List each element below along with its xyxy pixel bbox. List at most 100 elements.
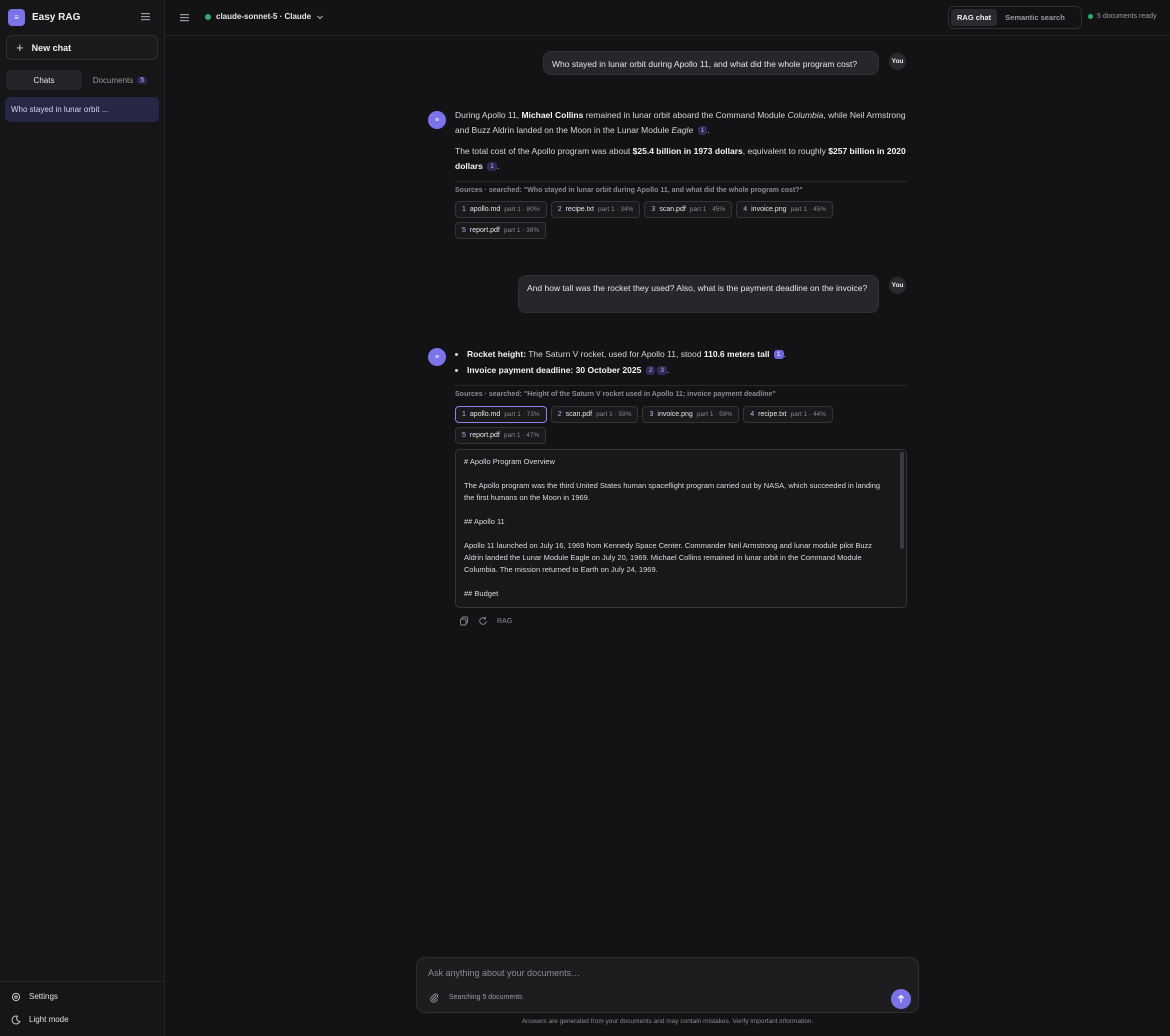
answer-text: , equivalent to roughly: [742, 146, 829, 156]
app-logo: ≡: [8, 9, 25, 26]
chip-file: apollo.md: [469, 206, 501, 213]
tab-documents-label: Documents: [92, 75, 134, 85]
app-name: Easy RAG: [32, 12, 81, 23]
plus-icon: +: [16, 40, 24, 55]
preview-heading: ## Apollo 11: [464, 517, 505, 526]
new-chat-label: New chat: [31, 42, 72, 53]
message-input[interactable]: Ask anything about your documents…: [428, 968, 580, 978]
chip-file: report.pdf: [469, 227, 500, 234]
answer-paragraph: During Apollo 11, Michael Collins remain…: [455, 108, 907, 138]
answer-text: The Saturn V rocket, used for Apollo 11,…: [526, 349, 704, 359]
citation-badge[interactable]: 3: [657, 366, 667, 375]
answer-text: During Apollo 11,: [455, 110, 522, 120]
answer-bold: Michael Collins: [521, 110, 584, 120]
chip-meta: part 1 · 44%: [790, 411, 826, 418]
chip-file: recipe.txt: [758, 411, 787, 418]
preview-heading: ## Budget: [464, 589, 499, 598]
citation-badge[interactable]: 2: [645, 366, 656, 375]
source-chips: 1 apollo.md part 1 · 73% 2 scan.pdf part 1 ·…: [455, 406, 907, 444]
user-avatar: You: [889, 53, 906, 70]
chip-number: 2: [557, 411, 562, 418]
theme-toggle-button[interactable]: Light mode: [0, 1008, 165, 1031]
model-selector[interactable]: claude-sonnet-5 · Claude: [205, 12, 324, 21]
ready-status-dot: [1088, 14, 1093, 19]
sources-header: Sources · searched: "Height of the Satur…: [455, 385, 907, 398]
gear-icon: [11, 992, 21, 1002]
chip-number: 1: [462, 411, 466, 418]
sources-query: · searched: "Height of the Saturn V rock…: [484, 391, 776, 398]
search-status: Searching 5 documents: [449, 994, 523, 1001]
menu-icon[interactable]: [179, 12, 190, 23]
mode-tag: RAG: [497, 617, 513, 625]
chip-number: 5: [462, 227, 466, 234]
tab-chats[interactable]: Chats: [6, 70, 82, 90]
tab-documents[interactable]: Documents 5: [82, 70, 158, 90]
source-chip[interactable]: 4 recipe.txt part 1 · 44%: [743, 406, 833, 423]
documents-status-text: 5 documents ready: [1097, 13, 1157, 20]
chip-meta: part 1 · 38%: [503, 227, 540, 234]
source-preview[interactable]: # Apollo Program Overview The Apollo pro…: [455, 449, 907, 608]
answer-bold: 110.6 meters tall: [703, 349, 770, 359]
chip-file: apollo.md: [469, 411, 501, 418]
sidebar: ≡ Easy RAG + New chat Chats Documents 5 …: [0, 0, 165, 1036]
answer-list-item: Rocket height: The Saturn V rocket, used…: [467, 347, 907, 362]
chip-number: 3: [651, 206, 656, 213]
source-chip[interactable]: 3 invoice.png part 1 · 59%: [642, 406, 740, 423]
answer-list: Rocket height: The Saturn V rocket, used…: [455, 347, 907, 378]
message-actions: RAG: [459, 616, 512, 626]
chip-number: 4: [750, 411, 755, 418]
assistant-avatar: ≡: [428, 348, 446, 366]
source-chip[interactable]: 2 scan.pdf part 1 · 59%: [550, 406, 639, 423]
sources-label: Sources: [455, 187, 483, 194]
documents-status: 5 documents ready: [1088, 13, 1157, 20]
chat-list-item[interactable]: Who stayed in lunar orbit ...: [5, 97, 159, 122]
source-chips: 1 apollo.md part 1 · 80% 2 recipe.txt part 1…: [455, 201, 907, 239]
sources-header: Sources · searched: "Who stayed in lunar…: [455, 181, 907, 194]
composer: Ask anything about your documents… Searc…: [416, 957, 919, 1013]
source-chip[interactable]: 3 scan.pdf part 1 · 45%: [644, 201, 733, 218]
chip-meta: part 1 · 34%: [598, 206, 634, 213]
settings-button[interactable]: Settings: [0, 985, 165, 1008]
moon-icon: [11, 1014, 21, 1025]
answer-list-item: Invoice payment deadline: 30 October 202…: [467, 363, 907, 378]
regenerate-icon[interactable]: [478, 616, 488, 626]
sources-query: · searched: "Who stayed in lunar orbit d…: [484, 187, 803, 194]
mode-switch: RAG chat Semantic search: [948, 6, 1082, 29]
send-button[interactable]: [891, 989, 911, 1009]
preview-paragraph: The Apollo program was the third United …: [464, 481, 881, 502]
source-chip[interactable]: 2 recipe.txt part 1 · 34%: [550, 201, 641, 218]
paperclip-icon[interactable]: [429, 992, 439, 1003]
chip-number: 5: [462, 432, 466, 439]
citation-badge[interactable]: 1: [773, 350, 784, 359]
tab-chats-label: Chats: [33, 75, 55, 85]
preview-scrollbar[interactable]: [900, 452, 904, 549]
source-chip[interactable]: 4 invoice.png part 1 · 45%: [736, 201, 833, 218]
sidebar-tabs: Chats Documents 5: [6, 70, 158, 90]
chip-number: 3: [649, 411, 654, 418]
sidebar-collapse-icon[interactable]: [140, 11, 151, 22]
source-chip[interactable]: 5 report.pdf part 1 · 47%: [455, 427, 547, 444]
source-chip[interactable]: 1 apollo.md part 1 · 80%: [455, 201, 547, 218]
citation-badge[interactable]: 1: [697, 126, 708, 135]
chip-meta: part 1 · 59%: [596, 411, 632, 418]
mode-rag-chat[interactable]: RAG chat: [951, 9, 998, 26]
answer-text: .: [707, 125, 710, 135]
source-chip[interactable]: 5 report.pdf part 1 · 38%: [455, 222, 547, 239]
chip-number: 1: [462, 206, 466, 213]
answer-text: .: [496, 161, 500, 171]
chip-number: 4: [743, 206, 748, 213]
user-avatar: You: [889, 277, 906, 294]
disclaimer: Answers are generated from your document…: [521, 1018, 814, 1025]
chip-file: scan.pdf: [565, 411, 593, 418]
copy-icon[interactable]: [459, 616, 469, 626]
mode-semantic-search[interactable]: Semantic search: [999, 9, 1071, 26]
answer-bold: Invoice payment deadline: 30 October 202…: [467, 365, 642, 375]
new-chat-button[interactable]: + New chat: [6, 35, 158, 60]
chip-file: invoice.png: [751, 206, 787, 213]
citation-badge[interactable]: 1: [487, 162, 497, 171]
answer-italic: Eagle: [671, 125, 694, 135]
source-chip-selected[interactable]: 1 apollo.md part 1 · 73%: [455, 406, 547, 423]
assistant-avatar: ≡: [428, 111, 446, 129]
user-message: And how tall was the rocket they used? A…: [518, 275, 879, 313]
chip-file: recipe.txt: [565, 206, 594, 213]
